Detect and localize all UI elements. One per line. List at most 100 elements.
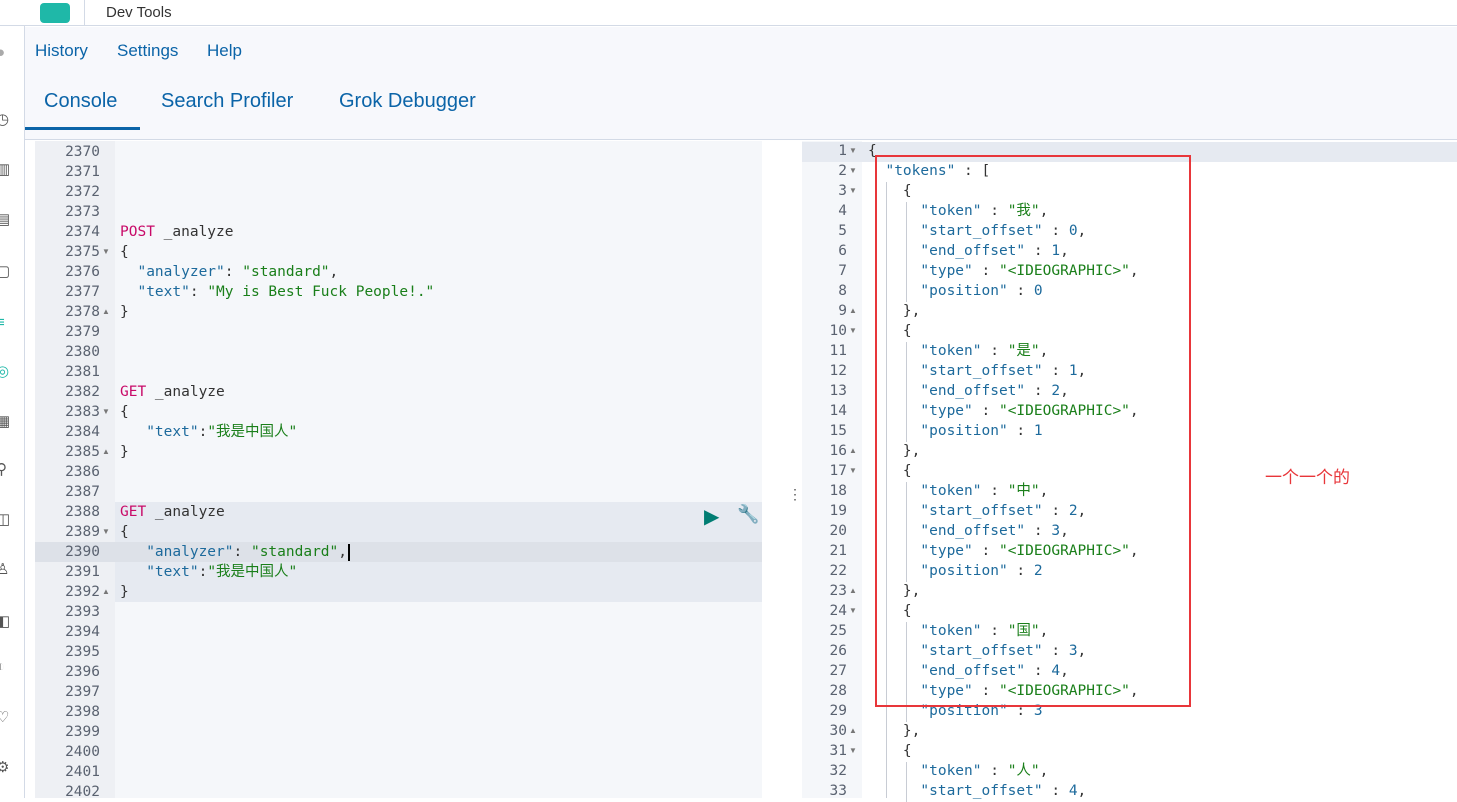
fold-down-icon[interactable]: ▼	[849, 181, 857, 201]
code-token: :	[198, 424, 208, 440]
line-number: 16	[829, 443, 847, 459]
line-number: 2386	[65, 464, 100, 480]
line-number: 2	[838, 163, 847, 179]
line-number: 33	[829, 783, 847, 799]
line-number: 14	[829, 403, 847, 419]
annotation-box	[875, 155, 1191, 707]
nav-icon[interactable]: ♙	[0, 560, 10, 578]
nav-icon[interactable]: ♡	[0, 708, 10, 726]
help-link[interactable]: Help	[207, 41, 242, 61]
nav-icon-strip: ▲ ● ◷ ▥ ▤ ▢ ≡ ◎ ▦ ⚲ ◫ ♙ ◧ ◐ ♡ ⚙	[0, 0, 25, 798]
line-number: 2385	[65, 444, 100, 460]
nav-icon[interactable]: ◫	[0, 510, 10, 528]
code-token: "text"	[120, 424, 199, 440]
fold-down-icon[interactable]: ▼	[102, 242, 110, 262]
nav-icon[interactable]: ≡	[0, 314, 10, 331]
code-token: _analyze	[146, 504, 225, 520]
code-token: "token"	[868, 763, 982, 779]
text-cursor	[348, 544, 350, 561]
fold-up-icon[interactable]: ▲	[849, 721, 857, 741]
nav-icon[interactable]: ▥	[0, 160, 10, 178]
code-token: {	[120, 404, 129, 420]
line-number: 3	[838, 183, 847, 199]
line-number: 2390	[65, 544, 100, 560]
line-number: 24	[829, 603, 847, 619]
code-token: :	[981, 763, 1008, 779]
fold-up-icon[interactable]: ▲	[102, 582, 110, 602]
fold-up-icon[interactable]: ▲	[849, 301, 857, 321]
line-number: 2392	[65, 584, 100, 600]
code-line: },	[868, 721, 920, 741]
play-icon[interactable]: ▶	[704, 504, 719, 529]
tab-search-profiler[interactable]: Search Profiler	[161, 90, 293, 113]
code-token: :	[189, 284, 208, 300]
line-number: 21	[829, 543, 847, 559]
code-token: :	[198, 564, 208, 580]
line-number: 10	[829, 323, 847, 339]
fold-down-icon[interactable]: ▼	[849, 161, 857, 181]
tab-console[interactable]: Console	[44, 90, 117, 113]
line-number: 6	[838, 243, 847, 259]
divider	[84, 0, 85, 26]
line-number: 2395	[65, 644, 100, 660]
line-number: 2394	[65, 624, 100, 640]
fold-down-icon[interactable]: ▼	[849, 321, 857, 341]
code-token: "start_offset"	[868, 783, 1043, 799]
nav-icon[interactable]: ⚲	[0, 460, 10, 478]
code-token: :	[224, 264, 243, 280]
line-number: 26	[829, 643, 847, 659]
fold-up-icon[interactable]: ▲	[849, 581, 857, 601]
nav-icon[interactable]: ▦	[0, 412, 10, 430]
line-number: 5	[838, 223, 847, 239]
line-number: 2372	[65, 184, 100, 200]
line-number: 2402	[65, 784, 100, 800]
nav-icon[interactable]: ◧	[0, 612, 10, 630]
fold-up-icon[interactable]: ▲	[102, 442, 110, 462]
nav-icon[interactable]: ◎	[0, 362, 10, 380]
line-number: 11	[829, 343, 847, 359]
fold-down-icon[interactable]: ▼	[849, 741, 857, 761]
line-number: 12	[829, 363, 847, 379]
dev-tools-icon[interactable]: ◐	[0, 658, 10, 675]
nav-icon[interactable]: ▢	[0, 262, 10, 280]
line-number: 2397	[65, 684, 100, 700]
code-token: "standard"	[242, 264, 330, 280]
code-token: "我是中国人"	[207, 424, 298, 440]
code-token: "text"	[120, 564, 199, 580]
fold-down-icon[interactable]: ▼	[102, 522, 110, 542]
code-token: GET	[120, 384, 147, 400]
code-token: }	[120, 444, 129, 460]
gear-icon[interactable]: ⚙	[0, 758, 10, 776]
line-number: 2391	[65, 564, 100, 580]
fold-down-icon[interactable]: ▼	[102, 402, 110, 422]
nav-icon[interactable]: ●	[0, 44, 10, 61]
line-number: 2387	[65, 484, 100, 500]
code-line: "analyzer": "standard",	[120, 542, 347, 562]
line-number: 20	[829, 523, 847, 539]
code-line: }	[120, 442, 129, 462]
line-number: 2382	[65, 384, 100, 400]
tab-grok-debugger[interactable]: Grok Debugger	[339, 90, 476, 113]
fold-up-icon[interactable]: ▲	[849, 441, 857, 461]
line-number: 2401	[65, 764, 100, 780]
fold-down-icon[interactable]: ▼	[849, 141, 857, 161]
fold-down-icon[interactable]: ▼	[849, 601, 857, 621]
code-token: "我是中国人"	[207, 564, 298, 580]
history-link[interactable]: History	[35, 41, 88, 61]
line-number: 8	[838, 283, 847, 299]
code-token: 4	[1068, 783, 1078, 799]
nav-icon[interactable]: ◷	[0, 110, 10, 128]
fold-down-icon[interactable]: ▼	[849, 461, 857, 481]
line-number: 17	[829, 463, 847, 479]
code-token: ,	[1039, 763, 1049, 779]
wrench-icon[interactable]: 🔧	[737, 504, 759, 525]
line-number: 2380	[65, 344, 100, 360]
code-token: "text"	[120, 284, 190, 300]
fold-up-icon[interactable]: ▲	[102, 302, 110, 322]
code-token: "analyzer"	[120, 264, 225, 280]
line-number: 2381	[65, 364, 100, 380]
line-number: 2388	[65, 504, 100, 520]
nav-icon[interactable]: ▤	[0, 210, 10, 228]
code-line: }	[120, 302, 129, 322]
settings-link[interactable]: Settings	[117, 41, 178, 61]
